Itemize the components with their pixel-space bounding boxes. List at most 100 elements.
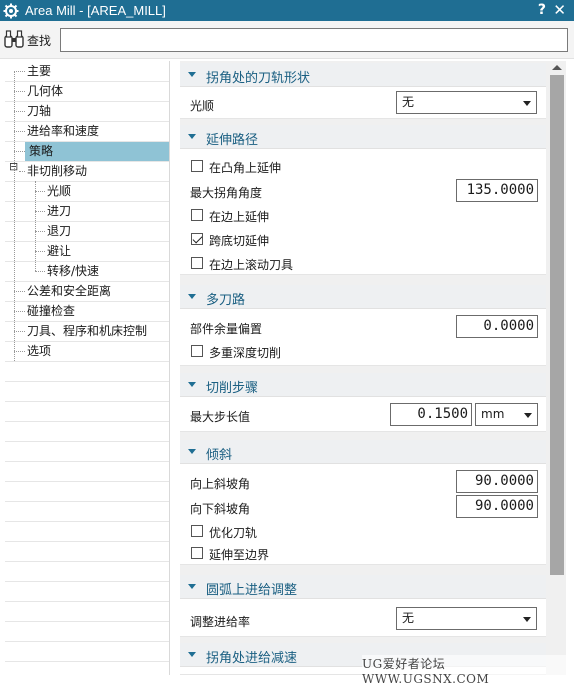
section-corner-shape: 拐角处的刀轨形状 光顺 无 [180, 63, 546, 119]
search-input[interactable] [60, 28, 568, 52]
tree-item-avoidance[interactable]: 避让 [5, 242, 169, 261]
max-step-input[interactable]: 0.1500 [390, 403, 472, 426]
section-title: 倾斜 [206, 448, 233, 463]
section-tilt: 倾斜 向上斜坡角 90.0000 向下斜坡角 90.0000 优化刀轨 延伸至边… [180, 440, 546, 565]
tree-item-label: 策略 [25, 142, 169, 161]
ramp-up-input[interactable]: 90.0000 [456, 470, 538, 493]
ramp-down-input[interactable]: 90.0000 [456, 495, 538, 518]
tree-item-label: 进给率和速度 [27, 124, 100, 138]
adjust-feed-select[interactable]: 无 [396, 607, 537, 630]
section-title: 拐角处的刀轨形状 [206, 71, 311, 86]
smooth-select-value: 无 [402, 95, 415, 109]
tree-item-label: 退刀 [47, 224, 72, 238]
panel-scrollbar[interactable] [548, 61, 566, 675]
title-bar: Area Mill - [AREA_MILL] ? ✕ [0, 0, 574, 21]
section-title: 多刀路 [206, 293, 246, 308]
window-title: Area Mill - [AREA_MILL] [25, 3, 166, 18]
ramp-up-label: 向上斜坡角 [190, 477, 251, 491]
max-step-label: 最大步长值 [190, 410, 251, 424]
tree-item-label: 转移/快速 [47, 264, 100, 278]
optimize-label: 优化刀轨 [209, 526, 258, 540]
tree-item-feeds-speeds[interactable]: 进给率和速度 [5, 122, 169, 141]
max-corner-angle-input[interactable]: 135.0000 [456, 179, 538, 202]
tree-item-label: 公差和安全距离 [27, 284, 112, 298]
collapse-triangle-icon[interactable] [188, 652, 196, 657]
part-stock-offset-label: 部件余量偏置 [190, 322, 263, 336]
tree-item-tool-axis[interactable]: 刀轴 [5, 102, 169, 121]
tree-item-label: 进刀 [47, 204, 72, 218]
tree-item-engage[interactable]: 进刀 [5, 202, 169, 221]
tree-item-transfer-rapid[interactable]: 转移/快速 [5, 262, 169, 281]
binoculars-icon[interactable] [4, 30, 24, 48]
chevron-down-icon [523, 101, 531, 106]
chevron-down-icon [524, 413, 532, 418]
tree-item-retract[interactable]: 退刀 [5, 222, 169, 241]
collapse-triangle-icon[interactable] [188, 584, 196, 589]
section-header[interactable]: 圆弧上进给调整 [180, 575, 546, 599]
collapse-icon[interactable]: ⊟ [9, 161, 18, 172]
section-header[interactable]: 倾斜 [180, 440, 546, 464]
collapse-triangle-icon[interactable] [188, 382, 196, 387]
tree-item-tolerances[interactable]: 公差和安全距离 [5, 282, 169, 301]
close-button[interactable]: ✕ [553, 1, 566, 19]
tree-item-strategy[interactable]: 策略 [5, 142, 169, 161]
tree-item-smoothing[interactable]: 光顺 [5, 182, 169, 201]
section-header[interactable]: 切削步骤 [180, 373, 546, 397]
tree-item-main[interactable]: 主要 [5, 62, 169, 81]
tree-item-tool-program-machine[interactable]: 刀具、程序和机床控制 [5, 322, 169, 341]
tree-item-label: 主要 [27, 64, 52, 78]
chevron-down-icon [523, 617, 531, 622]
multi-depth-checkbox[interactable] [191, 345, 203, 357]
tree-item-options[interactable]: 选项 [5, 342, 169, 361]
cross-bottom-checkbox[interactable] [191, 233, 203, 245]
roll-tool-checkbox[interactable] [191, 257, 203, 269]
collapse-triangle-icon[interactable] [188, 72, 196, 77]
max-corner-angle-label: 最大拐角角度 [190, 186, 263, 200]
help-button[interactable]: ? [538, 2, 546, 18]
part-stock-offset-input[interactable]: 0.0000 [456, 315, 538, 338]
extend-edge-label: 在边上延伸 [209, 210, 270, 224]
smooth-select[interactable]: 无 [396, 91, 537, 114]
smooth-label: 光顺 [190, 99, 215, 113]
tree-item-non-cutting-moves[interactable]: ⊟ 非切削移动 [5, 161, 169, 181]
unit-select-value: mm [481, 407, 505, 421]
strategy-panel: 拐角处的刀轨形状 光顺 无 延伸路径 在凸角上延伸 最大拐角角度 135.000… [180, 61, 548, 675]
multi-depth-label: 多重深度切削 [209, 346, 282, 360]
scroll-up-icon[interactable] [552, 65, 562, 70]
extend-boundary-label: 延伸至边界 [209, 548, 270, 562]
tree-item-label: 避让 [47, 244, 72, 258]
tree-item-label: 刀轴 [27, 104, 52, 118]
tree-item-label: 几何体 [27, 84, 64, 98]
settings-tree: 主要 几何体 刀轴 进给率和速度 策略 ⊟ 非切削移动 光顺 进刀 退刀 避让 … [5, 61, 170, 675]
section-title: 延伸路径 [206, 133, 259, 148]
search-bar: 查找 [0, 21, 574, 59]
section-header[interactable]: 拐角处的刀轨形状 [180, 63, 546, 87]
tree-item-label: 非切削移动 [27, 164, 88, 178]
unit-select[interactable]: mm [475, 403, 538, 426]
watermark: UG爱好者论坛 WWW.UGSNX.COM [362, 655, 574, 686]
find-label: 查找 [27, 34, 52, 48]
collapse-triangle-icon[interactable] [188, 294, 196, 299]
extend-convex-checkbox[interactable] [191, 160, 203, 172]
tree-item-geometry[interactable]: 几何体 [5, 82, 169, 101]
section-title: 拐角处进给减速 [206, 651, 298, 666]
section-header[interactable]: 多刀路 [180, 285, 546, 309]
section-title: 切削步骤 [206, 381, 259, 396]
section-header[interactable]: 延伸路径 [180, 125, 546, 149]
collapse-triangle-icon[interactable] [188, 449, 196, 454]
section-multi-pass: 多刀路 部件余量偏置 0.0000 多重深度切削 [180, 285, 546, 366]
extend-convex-label: 在凸角上延伸 [209, 161, 282, 175]
scroll-thumb[interactable] [550, 75, 564, 575]
tree-item-collision-check[interactable]: 碰撞检查 [5, 302, 169, 321]
tree-item-label: 刀具、程序和机床控制 [27, 324, 148, 338]
adjust-feed-label: 调整进给率 [190, 615, 251, 629]
extend-edge-checkbox[interactable] [191, 209, 203, 221]
section-title: 圆弧上进给调整 [206, 583, 298, 598]
tree-item-label: 选项 [27, 344, 52, 358]
section-arc-feed: 圆弧上进给调整 调整进给率 无 [180, 575, 546, 637]
collapse-triangle-icon[interactable] [188, 134, 196, 139]
section-extend-path: 延伸路径 在凸角上延伸 最大拐角角度 135.0000 在边上延伸 跨底切延伸 … [180, 125, 546, 275]
optimize-checkbox[interactable] [191, 525, 203, 537]
extend-boundary-checkbox[interactable] [191, 547, 203, 559]
tree-item-label: 碰撞检查 [27, 304, 76, 318]
